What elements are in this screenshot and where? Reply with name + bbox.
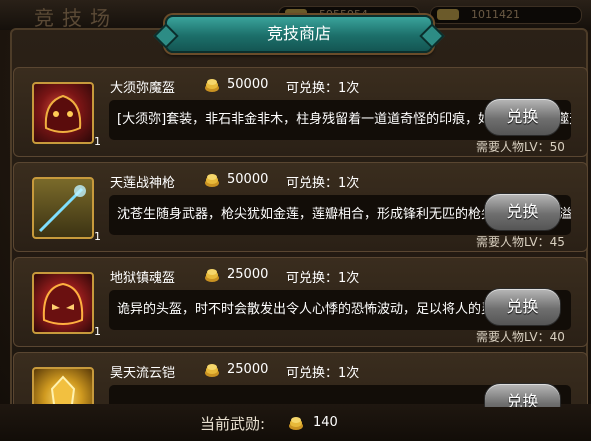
shop-title: 竞技商店 xyxy=(266,24,331,43)
current-honor-value: 140 xyxy=(313,415,338,430)
shop-item: 1 大须弥魔盔 50000 可兑换：1次 [大须弥]套装，非石非金非木，柱身残留… xyxy=(13,67,588,157)
gold-coin-icon xyxy=(289,417,303,430)
demon-helmet-icon[interactable] xyxy=(32,82,94,144)
current-honor-label: 当前武勋: xyxy=(200,415,266,433)
item-exchange-limit: 可兑换：1次 xyxy=(286,176,360,191)
required-level: 需要人物LV：45 xyxy=(476,235,565,249)
spear-icon[interactable] xyxy=(32,177,94,239)
gold-coin-icon xyxy=(205,269,219,282)
item-name: 地狱镇魂盔 xyxy=(110,271,176,286)
item-exchange-limit: 可兑换：1次 xyxy=(286,271,360,286)
item-price: 25000 xyxy=(227,362,269,377)
item-name: 昊天流云铠 xyxy=(110,366,176,381)
gold-coin-icon xyxy=(205,364,219,377)
exchange-button[interactable]: 兑换 xyxy=(484,383,561,407)
resource-b-icon xyxy=(437,9,459,20)
item-quantity: 1 xyxy=(94,135,101,148)
exchange-button[interactable]: 兑换 xyxy=(484,98,561,136)
item-exchange-limit: 可兑换：1次 xyxy=(286,366,360,381)
shop-title-plaque: 竞技商店 xyxy=(153,15,445,53)
background-title: 竞技场 xyxy=(34,6,118,30)
item-price: 50000 xyxy=(227,172,269,187)
hell-helmet-icon[interactable] xyxy=(32,272,94,334)
gold-coin-icon xyxy=(205,79,219,92)
footer-bar: 当前武勋: 140 xyxy=(0,404,591,441)
game-scene: 竞技场 5955954 1011421 竞技商店 1 大须弥魔盔 50000 可… xyxy=(0,0,591,441)
resource-b-value: 1011421 xyxy=(471,8,520,21)
exchange-button[interactable]: 兑换 xyxy=(484,193,561,231)
gold-coin-icon xyxy=(205,174,219,187)
exchange-button[interactable]: 兑换 xyxy=(484,288,561,326)
item-name: 天莲战神枪 xyxy=(110,176,176,191)
item-price: 25000 xyxy=(227,267,269,282)
required-level: 需要人物LV：40 xyxy=(476,330,565,344)
item-quantity: 1 xyxy=(94,230,101,243)
shop-item: 昊天流云铠 25000 可兑换：1次 兑换 xyxy=(13,352,588,407)
golden-armor-icon[interactable] xyxy=(32,367,94,407)
item-exchange-limit: 可兑换：1次 xyxy=(286,81,360,96)
item-price: 50000 xyxy=(227,77,269,92)
shop-item: 1 地狱镇魂盔 25000 可兑换：1次 诡异的头盔，时不时会散发出令人心悸的恐… xyxy=(13,257,588,347)
shop-item-list[interactable]: 1 大须弥魔盔 50000 可兑换：1次 [大须弥]套装，非石非金非木，柱身残留… xyxy=(13,67,588,407)
item-quantity: 1 xyxy=(94,325,101,338)
item-name: 大须弥魔盔 xyxy=(110,81,176,96)
resource-b: 1011421 xyxy=(430,6,582,24)
shop-item: 1 天莲战神枪 50000 可兑换：1次 沈苍生随身武器，枪尖犹如金莲，莲瓣相合… xyxy=(13,162,588,252)
required-level: 需要人物LV：50 xyxy=(476,140,565,154)
